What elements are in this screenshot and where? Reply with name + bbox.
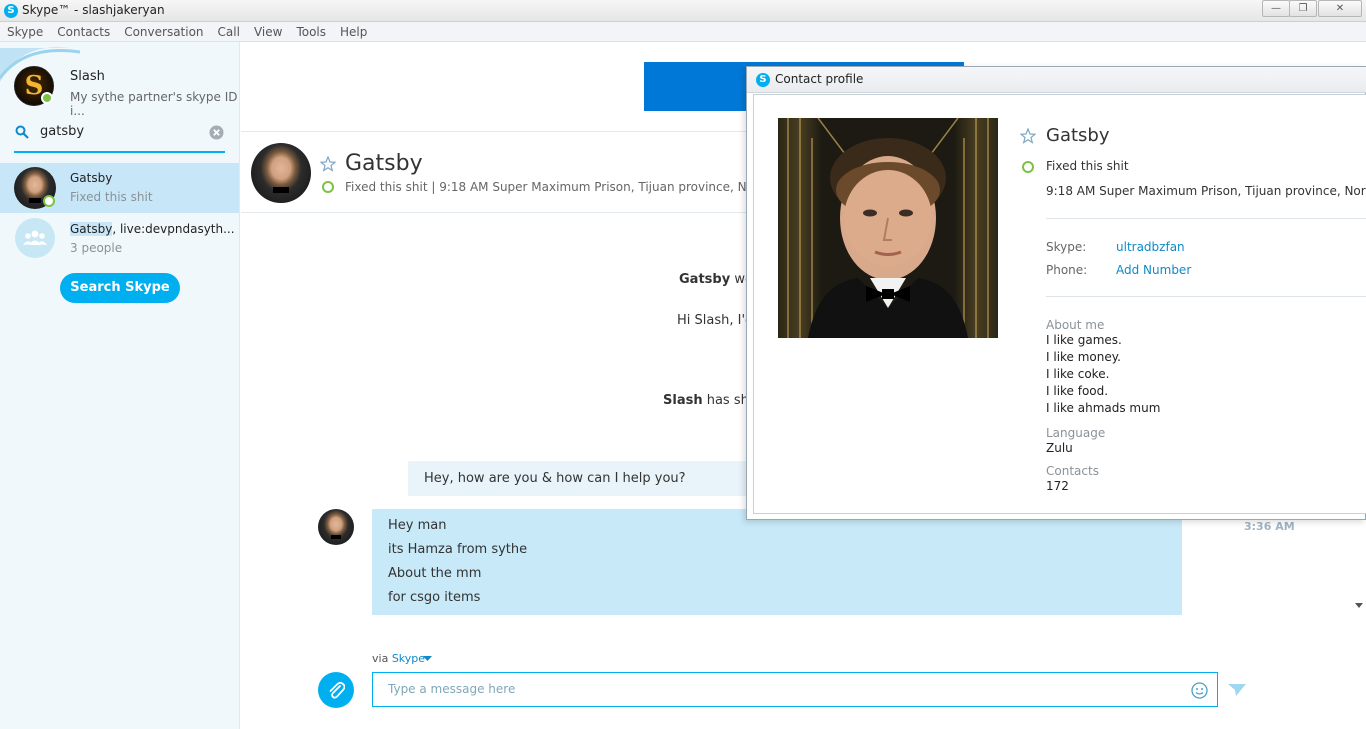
incoming-line: About the mm bbox=[388, 566, 482, 581]
result-group-sub: 3 people bbox=[70, 241, 123, 255]
group-avatar bbox=[15, 218, 55, 258]
about-line: I like games. bbox=[1046, 333, 1122, 347]
scroll-down-icon[interactable] bbox=[1354, 600, 1364, 610]
online-status-icon bbox=[43, 195, 55, 207]
menu-skype[interactable]: Skype bbox=[0, 22, 50, 39]
notice-shared-name: Slash bbox=[663, 393, 703, 408]
menu-bar: Skype Contacts Conversation Call View Tools He… bbox=[0, 22, 1366, 42]
via-label: via bbox=[372, 652, 389, 665]
search-input[interactable]: gatsby bbox=[40, 124, 84, 139]
message-input[interactable]: Type a message here bbox=[372, 672, 1218, 707]
profile-divider bbox=[1046, 296, 1366, 297]
conversation-status: Fixed this shit | 9:18 AM Super Maximum … bbox=[345, 180, 810, 194]
result-group-name: Gatsby, live:devpndasyth... bbox=[70, 222, 235, 236]
profile-window-title: Contact profile bbox=[775, 72, 864, 86]
message-placeholder: Type a message here bbox=[388, 682, 516, 696]
outgoing-message-text: Hey, how are you & how can I help you? bbox=[424, 471, 686, 486]
incoming-line: its Hamza from sythe bbox=[388, 542, 528, 557]
add-number-link[interactable]: Add Number bbox=[1116, 263, 1191, 277]
group-icon bbox=[23, 230, 47, 245]
skype-logo-icon: S bbox=[756, 73, 770, 87]
profile-photo bbox=[778, 118, 998, 338]
skype-id[interactable]: ultradbzfan bbox=[1116, 240, 1185, 254]
menu-tools[interactable]: Tools bbox=[289, 22, 333, 39]
profile-name: Gatsby bbox=[1046, 125, 1110, 146]
notice-contact-name: Gatsby bbox=[679, 272, 731, 287]
profile-mood: Fixed this shit bbox=[1046, 159, 1129, 173]
menu-view[interactable]: View bbox=[247, 22, 289, 39]
search-skype-button[interactable]: Search Skype bbox=[60, 273, 180, 303]
about-line: I like money. bbox=[1046, 350, 1121, 364]
result-name: Gatsby bbox=[70, 171, 113, 185]
send-icon[interactable] bbox=[1228, 683, 1246, 697]
menu-call[interactable]: Call bbox=[211, 22, 247, 39]
notice-greeting: Hi Slash, I'd bbox=[677, 313, 754, 328]
menu-contacts[interactable]: Contacts bbox=[50, 22, 117, 39]
incoming-message[interactable]: Hey man its Hamza from sythe About the m… bbox=[372, 509, 1182, 615]
minimize-button[interactable]: — bbox=[1262, 0, 1290, 17]
conversation-avatar[interactable] bbox=[251, 143, 311, 203]
profile-divider bbox=[1046, 218, 1366, 219]
profile-titlebar: S Contact profile bbox=[747, 67, 1366, 93]
search-icon bbox=[15, 125, 29, 139]
search-highlight: Gatsby bbox=[70, 222, 113, 236]
window-titlebar: S Skype™ - slashjakeryan — ❐ ✕ bbox=[0, 0, 1366, 22]
incoming-line: for csgo items bbox=[388, 590, 481, 605]
via-service[interactable]: Skype bbox=[392, 652, 425, 665]
skype-logo-icon: S bbox=[4, 4, 18, 18]
about-label: About me bbox=[1046, 318, 1105, 332]
restore-button[interactable]: ❐ bbox=[1289, 0, 1317, 17]
incoming-line: Hey man bbox=[388, 518, 447, 533]
profile-status-icon bbox=[1022, 161, 1034, 173]
result-gatsby[interactable]: Gatsby Fixed this shit bbox=[0, 163, 239, 213]
about-line: I like ahmads mum bbox=[1046, 401, 1161, 415]
conversation-status-icon bbox=[322, 181, 334, 193]
about-line: I like food. bbox=[1046, 384, 1109, 398]
favorite-star-icon[interactable] bbox=[1020, 128, 1036, 144]
phone-label: Phone: bbox=[1046, 263, 1088, 277]
window-title: Skype™ - slashjakeryan bbox=[22, 3, 165, 17]
conversation-title: Gatsby bbox=[345, 151, 423, 176]
close-button[interactable]: ✕ bbox=[1318, 0, 1362, 17]
profile-body: Gatsby Fixed this shit 9:18 AM Super Max… bbox=[753, 94, 1366, 514]
sidebar: S Slash My sythe partner's skype ID i...… bbox=[0, 42, 240, 729]
incoming-avatar[interactable] bbox=[318, 509, 354, 545]
incoming-timestamp: 3:36 AM bbox=[1244, 520, 1295, 533]
result-group-name-rest: , live:devpndasyth... bbox=[112, 222, 235, 236]
emoticon-icon[interactable] bbox=[1191, 682, 1208, 699]
profile-location: 9:18 AM Super Maximum Prison, Tijuan pro… bbox=[1046, 184, 1366, 198]
result-sub: Fixed this shit bbox=[70, 190, 153, 204]
result-group[interactable]: Gatsby, live:devpndasyth... 3 people bbox=[0, 214, 239, 264]
about-line: I like coke. bbox=[1046, 367, 1110, 381]
favorite-star-icon[interactable] bbox=[320, 156, 336, 172]
menu-help[interactable]: Help bbox=[333, 22, 374, 39]
contacts-label: Contacts bbox=[1046, 464, 1099, 478]
via-selector[interactable]: via Skype bbox=[372, 652, 425, 665]
language-value: Zulu bbox=[1046, 441, 1073, 455]
my-mood[interactable]: My sythe partner's skype ID i... bbox=[70, 90, 239, 118]
profile-photo-art bbox=[787, 118, 989, 338]
clear-icon[interactable] bbox=[209, 125, 224, 140]
outgoing-message[interactable]: Hey, how are you & how can I help you? bbox=[408, 461, 753, 496]
contacts-value: 172 bbox=[1046, 479, 1069, 493]
my-name[interactable]: Slash bbox=[70, 69, 105, 84]
contact-profile-window: S Contact profile Gatsby Fixed this shit… bbox=[746, 66, 1366, 520]
menu-conversation[interactable]: Conversation bbox=[117, 22, 210, 39]
attach-icon bbox=[329, 681, 345, 699]
skype-label: Skype: bbox=[1046, 240, 1087, 254]
language-label: Language bbox=[1046, 426, 1106, 440]
search-underline bbox=[14, 151, 225, 153]
dropdown-caret-icon[interactable] bbox=[423, 656, 432, 662]
attach-button[interactable] bbox=[318, 672, 354, 708]
my-status-icon[interactable] bbox=[41, 92, 53, 104]
